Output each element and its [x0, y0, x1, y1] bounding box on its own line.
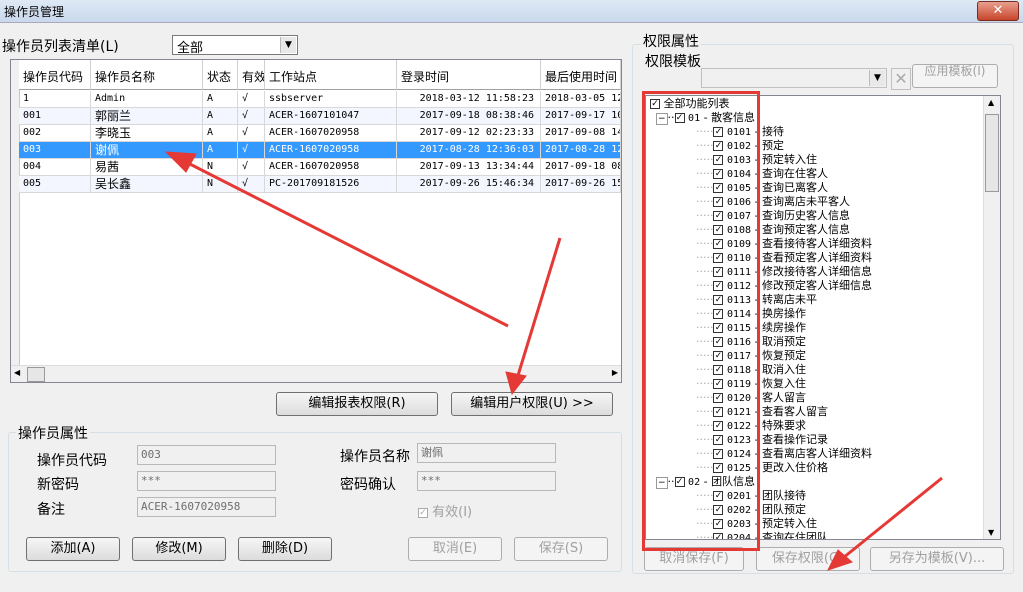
arrow-to-row	[181, 158, 509, 328]
annotation-arrows	[164, 151, 943, 571]
arrow-to-save-rights	[837, 476, 943, 564]
arrowhead-icon	[505, 371, 527, 396]
arrowhead-icon	[164, 151, 197, 173]
arrow-to-edit-button	[514, 237, 562, 383]
